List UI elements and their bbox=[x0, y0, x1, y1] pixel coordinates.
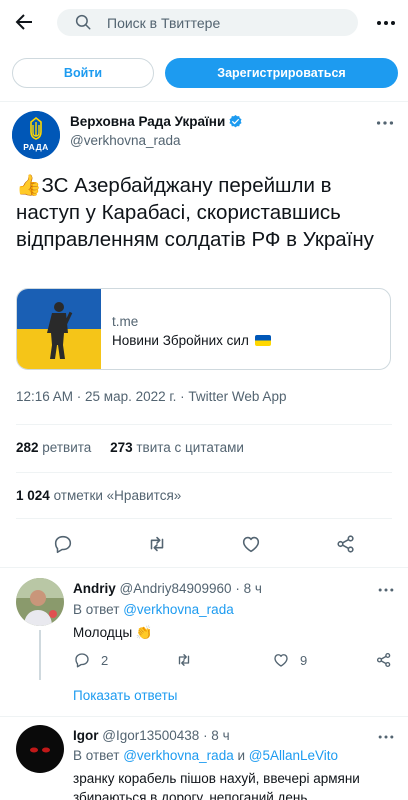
reply-time[interactable]: · 8 ч bbox=[235, 581, 262, 596]
retweet-action[interactable] bbox=[175, 650, 193, 670]
retweet-icon[interactable] bbox=[146, 533, 168, 555]
divider bbox=[0, 101, 408, 102]
more-horizontal-icon[interactable] bbox=[374, 11, 398, 35]
more-horizontal-icon[interactable] bbox=[374, 112, 396, 134]
mention-link[interactable]: @5AllanLeVito bbox=[249, 748, 338, 763]
author-avatar[interactable]: РАДА bbox=[12, 111, 60, 159]
share-action[interactable] bbox=[375, 650, 393, 670]
mention-link[interactable]: @verkhovna_rada bbox=[123, 602, 234, 617]
reply-icon[interactable] bbox=[52, 533, 74, 555]
in-reply-prefix: В ответ bbox=[73, 602, 120, 617]
quotes-stat[interactable]: 273 твита с цитатами bbox=[110, 440, 244, 455]
author-name-text: Верховна Рада України bbox=[70, 114, 226, 129]
like-icon[interactable] bbox=[240, 533, 262, 555]
share-icon bbox=[376, 652, 391, 668]
retweets-count: 282 bbox=[16, 440, 39, 455]
avatar[interactable] bbox=[16, 578, 64, 626]
reply-author-handle[interactable]: @Andriy84909960 bbox=[120, 581, 232, 596]
back-arrow-icon[interactable] bbox=[12, 10, 36, 34]
reply-text: Молодцы 👏 bbox=[73, 625, 153, 640]
tweet-actions bbox=[0, 530, 408, 558]
search-input[interactable] bbox=[107, 12, 347, 33]
reply-author-name[interactable]: Andriy bbox=[73, 581, 116, 596]
card-domain: t.me bbox=[112, 314, 139, 329]
likes-label: отметки «Нравится» bbox=[53, 488, 182, 503]
link-card[interactable]: t.me Новини Збройних сил bbox=[16, 288, 391, 370]
reply-author-name[interactable]: Igor bbox=[73, 728, 99, 743]
likes-stat[interactable]: 1 024 отметки «Нравится» bbox=[16, 488, 181, 503]
tweet-text-body: ЗС Азербайджану перейшли в наступ у Кара… bbox=[16, 174, 374, 251]
verified-badge-icon bbox=[229, 114, 242, 128]
divider bbox=[16, 472, 392, 473]
in-reply-joiner: и bbox=[237, 748, 246, 763]
reply-header: Igor @Igor13500438 · 8 ч bbox=[73, 728, 230, 743]
reply-avatar-image bbox=[16, 725, 64, 773]
mention-link[interactable]: @verkhovna_rada bbox=[123, 748, 234, 763]
divider bbox=[16, 424, 392, 425]
in-reply-to: В ответ @verkhovna_rada bbox=[73, 602, 234, 617]
avatar-text: РАДА bbox=[23, 142, 49, 152]
divider bbox=[16, 518, 392, 519]
in-reply-prefix: В ответ bbox=[73, 748, 120, 763]
like-count: 9 bbox=[300, 652, 308, 668]
more-horizontal-icon[interactable] bbox=[376, 727, 396, 747]
show-replies-link[interactable]: Показать ответы bbox=[73, 688, 178, 703]
reply-icon bbox=[75, 653, 89, 668]
quotes-count: 273 bbox=[110, 440, 133, 455]
thread-line bbox=[39, 630, 41, 680]
reply-author-handle[interactable]: @Igor13500438 bbox=[102, 728, 199, 743]
reply-header: Andriy @Andriy84909960 · 8 ч bbox=[73, 581, 262, 596]
reply-action[interactable]: 2 bbox=[73, 650, 108, 670]
retweets-stat[interactable]: 282 ретвита bbox=[16, 440, 91, 455]
retweet-icon bbox=[178, 654, 190, 666]
reply-time[interactable]: · 8 ч bbox=[203, 728, 230, 743]
signup-button[interactable]: Зарегистрироваться bbox=[165, 58, 398, 88]
in-reply-to: В ответ @verkhovna_rada и @5AllanLeVito bbox=[73, 748, 338, 763]
thumbs-up-emoji: 👍 bbox=[16, 174, 42, 197]
card-title-text: Новини Збройних сил bbox=[112, 333, 249, 348]
search-icon bbox=[75, 14, 91, 30]
reply-avatar-image bbox=[16, 578, 64, 626]
like-action[interactable]: 9 bbox=[272, 650, 307, 670]
likes-count: 1 024 bbox=[16, 488, 50, 503]
author-handle[interactable]: @verkhovna_rada bbox=[70, 133, 181, 148]
quotes-label: твита с цитатами bbox=[136, 440, 244, 455]
ukraine-flag-icon bbox=[254, 335, 271, 346]
search-box[interactable] bbox=[57, 9, 358, 36]
divider bbox=[0, 567, 408, 568]
tweet-text: 👍ЗС Азербайджану перейшли в наступ у Кар… bbox=[16, 172, 396, 253]
retweets-label: ретвита bbox=[42, 440, 92, 455]
share-icon[interactable] bbox=[335, 533, 357, 555]
reply-count: 2 bbox=[101, 652, 109, 668]
author-name[interactable]: Верховна Рада України bbox=[70, 114, 243, 129]
tweet-meta[interactable]: 12:16 AM · 25 мар. 2022 г. · Twitter Web… bbox=[16, 389, 286, 404]
like-icon bbox=[274, 654, 288, 667]
top-bar bbox=[0, 0, 408, 46]
card-thumbnail bbox=[17, 289, 101, 369]
avatar[interactable] bbox=[16, 725, 64, 773]
more-horizontal-icon[interactable] bbox=[376, 580, 396, 600]
reply-text: зранку корабель пішов нахуй, ввечері арм… bbox=[73, 771, 360, 800]
retweet-stats: 282 ретвита 273 твита с цитатами bbox=[16, 440, 244, 455]
card-title: Новини Збройних сил bbox=[112, 333, 271, 348]
login-button[interactable]: Войти bbox=[12, 58, 154, 88]
divider bbox=[0, 716, 408, 717]
